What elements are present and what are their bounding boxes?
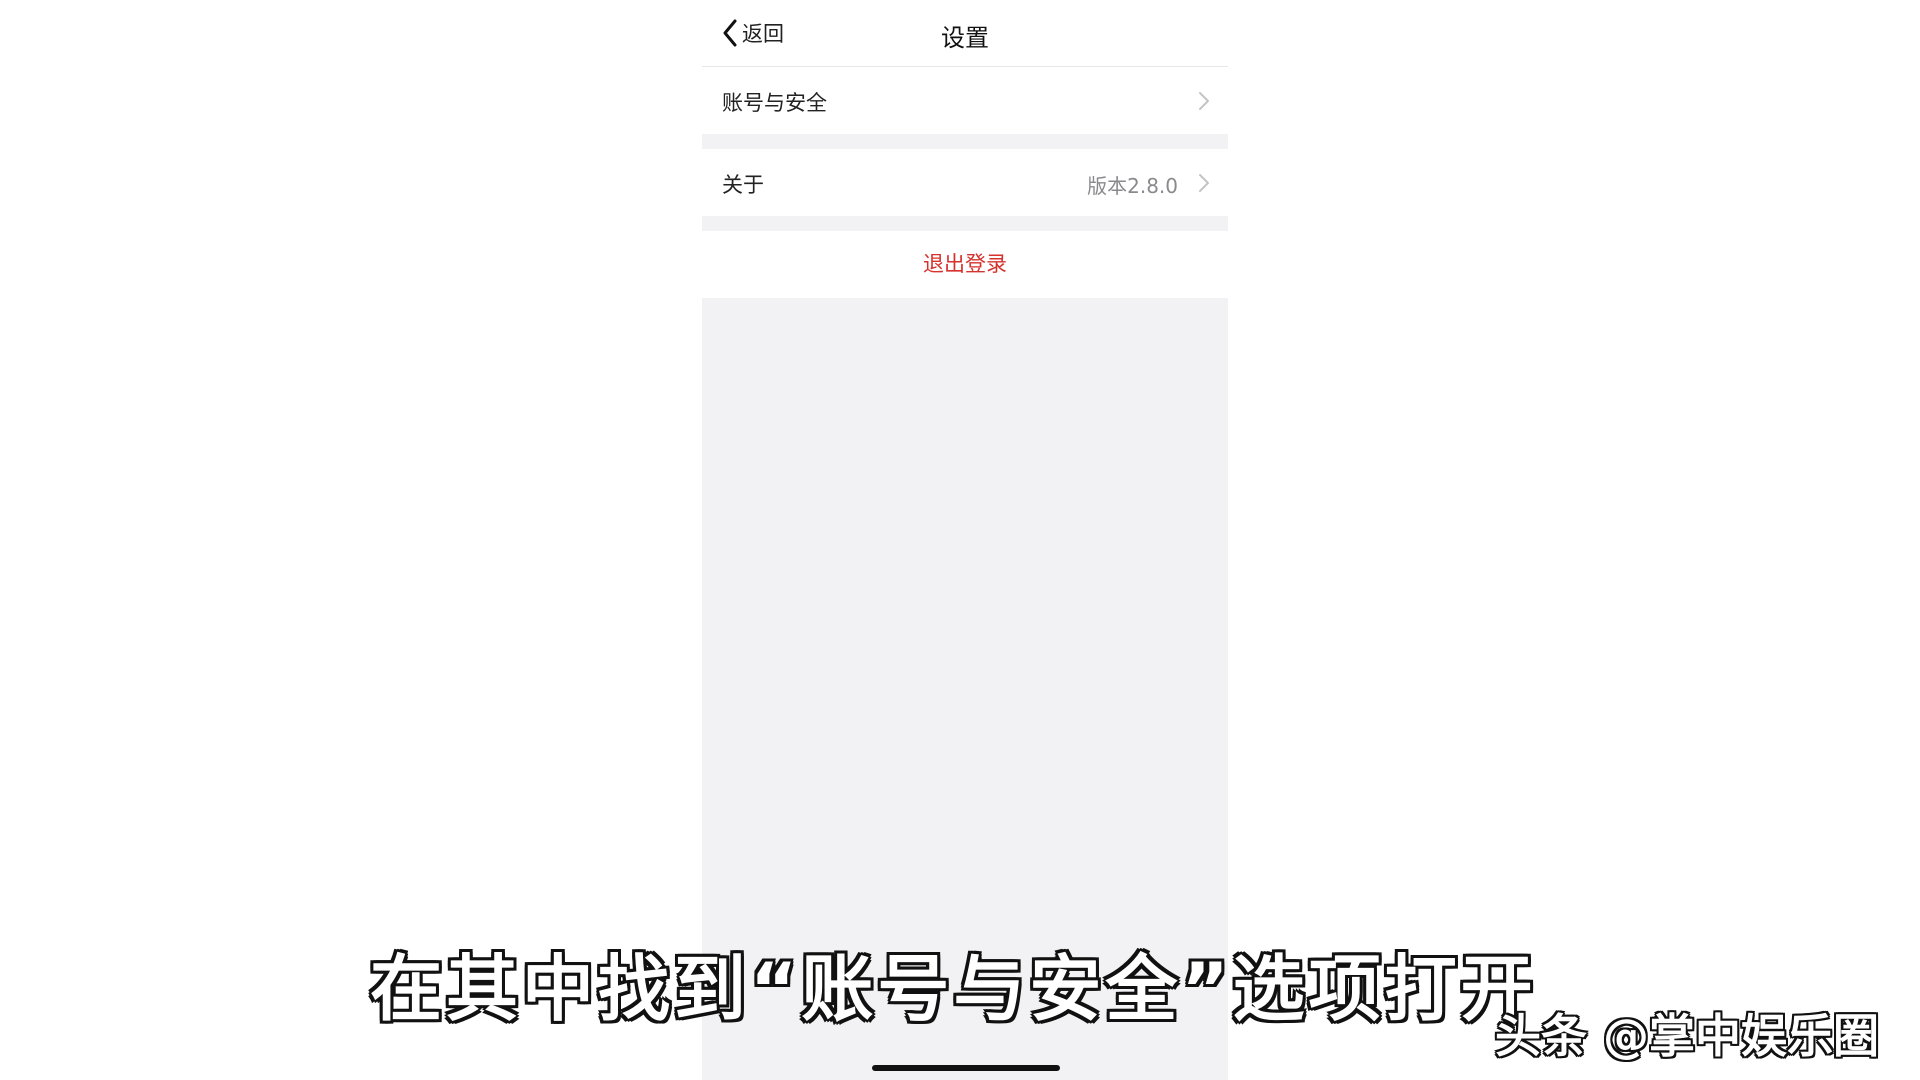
home-indicator[interactable]	[872, 1065, 1060, 1071]
screen: 返回 设置 账号与安全 关于 版本2.8.0 退出登录 在其中找到“账号与安全”…	[0, 0, 1920, 1080]
settings-item-label: 账号与安全	[722, 91, 827, 115]
phone-screen: 返回 设置 账号与安全 关于 版本2.8.0 退出登录	[702, 0, 1228, 1080]
page-title: 设置	[941, 24, 989, 52]
chevron-right-icon	[1198, 91, 1210, 111]
watermark: 头条 @掌中娱乐圈	[1495, 1009, 1880, 1063]
chevron-right-icon	[1198, 173, 1210, 193]
settings-item-label: 关于	[722, 173, 764, 197]
video-caption: 在其中找到“账号与安全”选项打开	[370, 947, 1537, 1031]
version-value: 版本2.8.0	[1087, 174, 1178, 198]
settings-item-about[interactable]: 关于 版本2.8.0	[702, 149, 1228, 216]
logout-button[interactable]: 退出登录	[702, 231, 1228, 298]
navigation-bar: 返回 设置	[702, 0, 1228, 67]
settings-item-account-security[interactable]: 账号与安全	[702, 67, 1228, 134]
